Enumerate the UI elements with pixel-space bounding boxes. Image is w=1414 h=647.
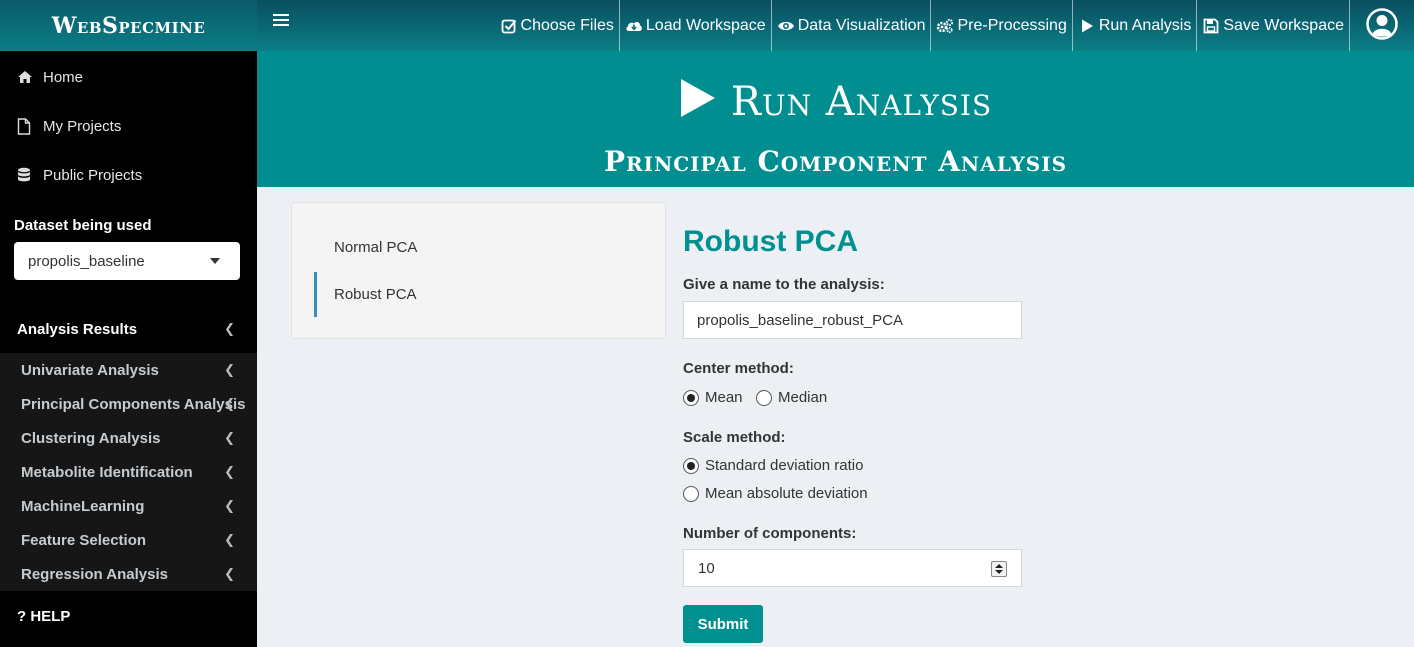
sidebar-item-clustering[interactable]: Clustering Analysis ❮ xyxy=(0,421,257,455)
page-subtitle: Principal Component Analysis xyxy=(603,145,1068,178)
components-value: 10 xyxy=(698,559,715,577)
nav-data-visualization[interactable]: Data Visualization xyxy=(772,0,932,51)
sidebar-item-label: Metabolite Identification xyxy=(21,463,193,481)
radio-unchecked-icon xyxy=(756,389,772,406)
page-title-text: Run Analysis xyxy=(730,79,993,125)
tab-label: Normal PCA xyxy=(334,239,418,256)
tab-robust-pca[interactable]: Robust PCA xyxy=(314,272,644,317)
eye-icon xyxy=(777,17,795,35)
sidebar-item-public-projects[interactable]: Public Projects xyxy=(0,155,257,195)
nav-label: Save Workspace xyxy=(1223,16,1344,34)
form-title: Robust PCA xyxy=(683,225,858,258)
chevron-left-icon: ❮ xyxy=(224,430,235,445)
sidebar-item-label: My Projects xyxy=(43,117,122,135)
file-icon xyxy=(17,117,35,135)
gears-icon xyxy=(936,17,954,35)
chevron-left-icon: ❮ xyxy=(224,362,235,377)
sidebar-item-regression[interactable]: Regression Analysis ❮ xyxy=(0,557,257,591)
sidebar-item-home[interactable]: Home xyxy=(0,57,257,97)
sidebar-toggle-icon[interactable] xyxy=(273,14,289,28)
nav-label: Data Visualization xyxy=(797,16,926,34)
user-circle-icon xyxy=(1366,8,1398,43)
user-menu[interactable] xyxy=(1350,0,1414,51)
radio-checked-icon xyxy=(683,389,699,406)
scale-method-label: Scale method: xyxy=(683,429,786,446)
sidebar-item-analysis-results[interactable]: Analysis Results ❮ xyxy=(0,309,257,349)
sidebar-item-pca[interactable]: Principal Components Analysis ❮ xyxy=(0,387,257,421)
radio-unchecked-icon xyxy=(683,485,699,502)
play-icon xyxy=(680,79,715,117)
dataset-label: Dataset being used xyxy=(14,217,152,234)
nav-save-workspace[interactable]: Save Workspace xyxy=(1197,0,1350,51)
radio-label: Mean absolute deviation xyxy=(705,485,868,502)
analysis-name-label: Give a name to the analysis: xyxy=(683,276,885,293)
sidebar-item-metabolite-id[interactable]: Metabolite Identification ❮ xyxy=(0,455,257,489)
chevron-left-icon: ❮ xyxy=(224,396,235,411)
center-radio-mean[interactable]: Mean xyxy=(683,389,743,406)
nav-label: Load Workspace xyxy=(645,16,766,34)
home-icon xyxy=(17,70,35,84)
radio-label: Mean xyxy=(705,389,743,406)
check-square-icon xyxy=(500,17,518,35)
analysis-results-submenu: Univariate Analysis ❮ Principal Componen… xyxy=(0,353,257,591)
scale-radio-sd-ratio[interactable]: Standard deviation ratio xyxy=(683,457,863,474)
app-logo: WebSpecmine xyxy=(51,12,206,39)
tab-label: Robust PCA xyxy=(334,286,417,303)
tab-normal-pca[interactable]: Normal PCA xyxy=(314,225,644,270)
analysis-name-value: propolis_baseline_robust_PCA xyxy=(697,311,903,329)
sidebar-item-machine-learning[interactable]: MachineLearning ❮ xyxy=(0,489,257,523)
help-link[interactable]: ? HELP xyxy=(17,608,70,625)
robust-pca-form: Robust PCA xyxy=(683,225,1023,259)
components-label: Number of components: xyxy=(683,525,857,542)
chevron-left-icon: ❮ xyxy=(224,321,235,336)
pca-tabs-panel: Normal PCA Robust PCA xyxy=(291,202,666,339)
sidebar-item-label: Analysis Results xyxy=(17,320,138,338)
nav-choose-files[interactable]: Choose Files xyxy=(495,0,620,51)
sidebar-item-feature-selection[interactable]: Feature Selection ❮ xyxy=(0,523,257,557)
cloud-download-icon xyxy=(625,17,643,35)
sidebar-item-label: Public Projects xyxy=(43,166,143,184)
sidebar-item-label: Univariate Analysis xyxy=(21,361,159,379)
sidebar-item-label: Principal Components Analysis xyxy=(21,395,246,413)
chevron-left-icon: ❮ xyxy=(224,532,235,547)
chevron-left-icon: ❮ xyxy=(224,498,235,513)
radio-checked-icon xyxy=(683,457,699,474)
submit-button[interactable]: Submit xyxy=(683,605,763,643)
components-number-input[interactable]: 10 xyxy=(683,549,1022,587)
sidebar-item-label: Regression Analysis xyxy=(21,565,169,583)
nav-label: Run Analysis xyxy=(1098,16,1192,34)
sidebar-item-univariate[interactable]: Univariate Analysis ❮ xyxy=(0,353,257,387)
nav-run-analysis[interactable]: Run Analysis xyxy=(1073,0,1198,51)
caret-down-icon xyxy=(210,258,220,264)
nav-label: Choose Files xyxy=(520,16,614,34)
dataset-select-value: propolis_baseline xyxy=(28,252,145,270)
sidebar-item-label: Feature Selection xyxy=(21,531,147,549)
spinner-arrows-icon[interactable] xyxy=(991,561,1007,577)
nav-load-workspace[interactable]: Load Workspace xyxy=(620,0,772,51)
database-icon xyxy=(17,167,35,183)
scale-radio-mad[interactable]: Mean absolute deviation xyxy=(683,485,868,502)
chevron-left-icon: ❮ xyxy=(224,566,235,581)
center-radio-median[interactable]: Median xyxy=(756,389,827,406)
radio-label: Standard deviation ratio xyxy=(705,457,864,474)
sidebar-item-label: MachineLearning xyxy=(21,497,145,515)
sidebar-item-my-projects[interactable]: My Projects xyxy=(0,106,257,146)
dataset-select[interactable]: propolis_baseline xyxy=(14,242,240,280)
sidebar-item-label: Home xyxy=(43,68,84,86)
analysis-name-input[interactable]: propolis_baseline_robust_PCA xyxy=(683,301,1022,339)
nav-pre-processing[interactable]: Pre-Processing xyxy=(931,0,1073,51)
logo-bar[interactable]: WebSpecmine xyxy=(0,0,257,51)
floppy-disk-icon xyxy=(1202,17,1220,35)
sidebar-item-label: Clustering Analysis xyxy=(21,429,161,447)
center-method-label: Center method: xyxy=(683,360,794,377)
play-icon xyxy=(1078,17,1096,35)
page-title: Run Analysis xyxy=(257,77,1414,125)
radio-label: Median xyxy=(778,389,828,406)
top-navbar: Choose Files Load Workspace Data Visuali… xyxy=(257,0,1414,51)
chevron-left-icon: ❮ xyxy=(224,464,235,479)
sidebar: Home My Projects Public Projects Dataset… xyxy=(0,51,257,647)
page-banner: Run Analysis Principal Component Analysi… xyxy=(257,51,1414,187)
top-nav: Choose Files Load Workspace Data Visuali… xyxy=(495,0,1414,51)
nav-label: Pre-Processing xyxy=(957,16,1067,34)
